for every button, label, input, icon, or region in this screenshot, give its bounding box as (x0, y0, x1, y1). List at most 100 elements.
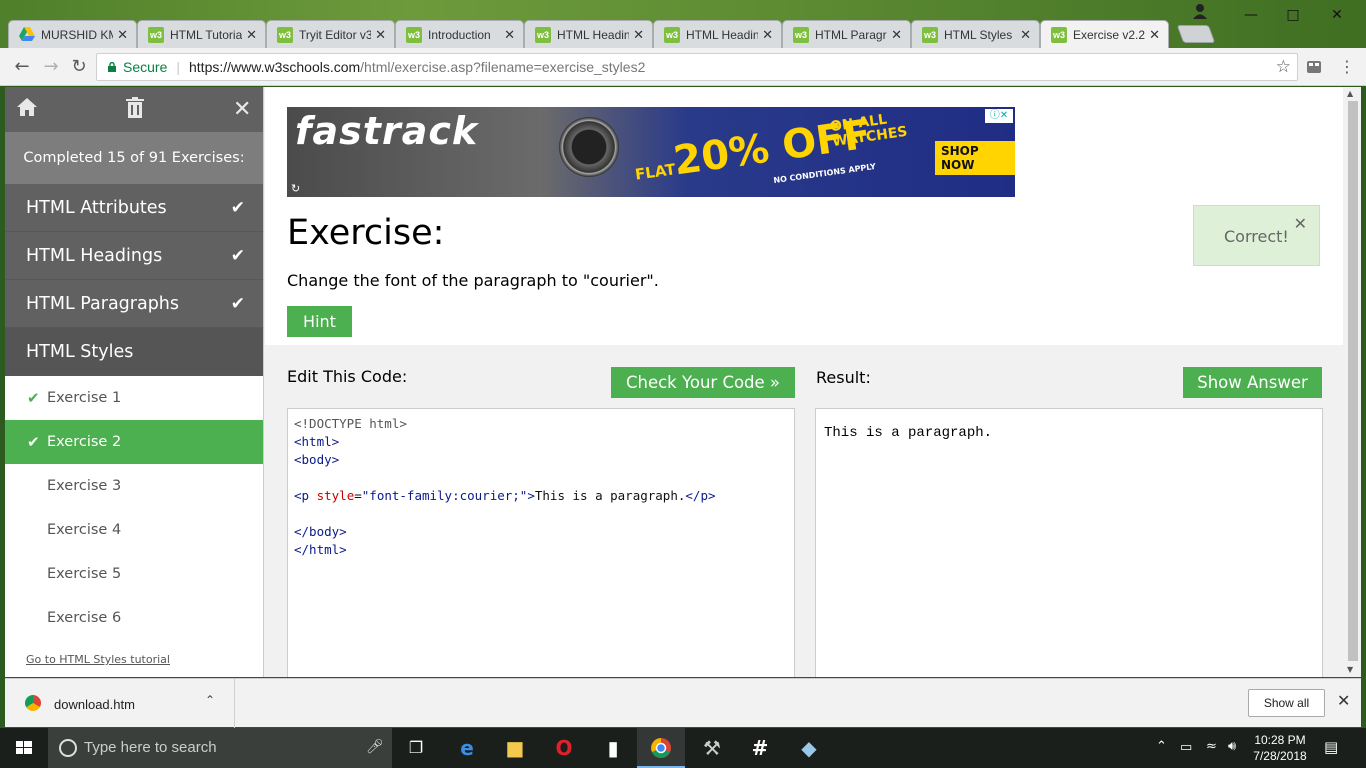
opera-icon[interactable]: O (540, 728, 588, 768)
browser-tab[interactable]: w3 Introduction ✕ (395, 20, 524, 48)
task-view-icon[interactable]: ❐ (392, 728, 440, 768)
tab-strip: MURSHID KM ✕ w3 HTML Tutorial ✕ w3 Tryit Edito… (8, 20, 1169, 49)
tab-label: HTML Heading (557, 27, 630, 42)
browser-title-bar: MURSHID KM ✕ w3 HTML Tutorial ✕ w3 Tryit Edito… (0, 0, 1366, 49)
show-answer-button[interactable]: Show Answer (1183, 367, 1322, 398)
exercise-label: Exercise 6 (47, 610, 122, 626)
sidebar-chapter-item[interactable]: HTML Paragraphs ✔ (5, 280, 263, 328)
taskbar-search-box[interactable]: Type here to search 🎤︎ (48, 728, 392, 768)
volume-icon[interactable]: 🔊︎ (1228, 739, 1236, 768)
new-tab-button[interactable] (1176, 25, 1216, 43)
ad-choices-icon[interactable]: ⓘ✕ (985, 109, 1013, 123)
w3schools-icon: w3 (922, 26, 938, 43)
code-html-open: <html> (294, 434, 340, 449)
notification-icon[interactable]: ▤ (1324, 738, 1338, 768)
wifi-icon[interactable]: ≈ (1206, 739, 1217, 768)
tab-close-icon[interactable]: ✕ (633, 27, 644, 43)
edit-code-label: Edit This Code: (287, 367, 408, 386)
show-all-button[interactable]: Show all (1248, 689, 1325, 717)
browser-tab[interactable]: w3 HTML Heading✕ (653, 20, 782, 48)
forward-arrow-icon[interactable]: → (40, 56, 62, 78)
tutorial-link[interactable]: Go to HTML Styles tutorial (26, 653, 170, 666)
profile-icon[interactable] (1190, 3, 1210, 19)
chapter-label: HTML Styles (26, 342, 134, 362)
tab-label: Exercise v2.2 (1073, 28, 1146, 42)
close-download-bar-icon[interactable]: ✕ (1337, 691, 1350, 710)
edge-icon[interactable]: e (443, 728, 491, 768)
maximize-button[interactable]: □ (1270, 0, 1316, 30)
advertisement-banner[interactable]: fastrack FLAT 20% OFF ON ALL WATCHES NO C… (287, 107, 1015, 197)
slack-icon[interactable]: # (736, 728, 784, 768)
sidebar-exercise-item[interactable]: Exercise 6 (5, 596, 263, 640)
replay-icon[interactable]: ↻ (291, 182, 300, 195)
sidebar-chapter-item[interactable]: HTML Styles (5, 328, 263, 376)
code-editor[interactable]: <!DOCTYPE html> <html> <body> <p style="… (287, 408, 795, 677)
browser-tab[interactable]: w3 Tryit Editor v3 ✕ (266, 20, 395, 48)
sidebar-header: ✕ (5, 87, 263, 132)
tab-close-icon[interactable]: ✕ (246, 27, 257, 43)
download-item[interactable]: download.htm ⌃ (5, 679, 235, 728)
browser-tab[interactable]: w3 Exercise v2.2 ✕ (1040, 20, 1169, 49)
menu-icon[interactable]: ⋮ (1336, 56, 1358, 78)
browser-tab[interactable]: MURSHID KM ✕ (8, 20, 137, 48)
windows-start-icon[interactable] (0, 728, 48, 768)
close-alert-icon[interactable]: ✕ (1294, 214, 1307, 233)
scroll-down-icon[interactable]: ▼ (1347, 665, 1353, 674)
sidebar-exercise-item[interactable]: Exercise 4 (5, 508, 263, 552)
file-explorer-icon[interactable]: ■ (491, 728, 539, 768)
ad-shop-now-button[interactable]: SHOP NOW (935, 141, 1015, 175)
correct-alert: Correct! ✕ (1193, 205, 1320, 266)
back-arrow-icon[interactable]: ← (11, 56, 33, 78)
code-p-open: <p (294, 488, 310, 503)
code-attr-eq: = (354, 488, 362, 503)
correct-message: Correct! (1224, 227, 1289, 246)
microphone-icon[interactable]: 🎤︎ (366, 738, 384, 755)
tab-close-icon[interactable]: ✕ (1020, 27, 1031, 43)
tab-close-icon[interactable]: ✕ (762, 27, 773, 43)
tab-close-icon[interactable]: ✕ (117, 27, 128, 43)
battery-icon[interactable]: ▭ (1180, 740, 1192, 768)
code-p-text: This is a paragraph. (534, 488, 686, 503)
sidebar-chapter-item[interactable]: HTML Attributes ✔ (5, 184, 263, 232)
tab-close-icon[interactable]: ✕ (375, 27, 386, 43)
tab-label: MURSHID KM (41, 27, 114, 42)
code-html-close: </html> (294, 542, 347, 557)
hint-button[interactable]: Hint (287, 306, 352, 337)
file-icon[interactable]: ▮ (589, 728, 637, 768)
page-scrollbar[interactable]: ▲ ▼ (1343, 87, 1361, 677)
trash-icon[interactable] (125, 97, 145, 119)
browser-tab[interactable]: w3 HTML Tutorial ✕ (137, 20, 266, 48)
reload-icon[interactable]: ↻ (68, 56, 90, 78)
chrome-icon[interactable] (637, 728, 685, 768)
sidebar-exercise-item[interactable]: Exercise 3 (5, 464, 263, 508)
browser-tab[interactable]: w3 HTML Heading✕ (524, 20, 653, 48)
sidebar-chapter-item[interactable]: HTML Headings ✔ (5, 232, 263, 280)
close-window-button[interactable]: ✕ (1314, 0, 1360, 30)
sidebar-exercise-item[interactable]: ✔ Exercise 2 (5, 420, 263, 464)
scrollbar-thumb[interactable] (1348, 101, 1358, 661)
check-code-button[interactable]: Check Your Code » (611, 367, 795, 398)
extension-icon[interactable] (1306, 59, 1322, 75)
tab-close-icon[interactable]: ✕ (1149, 27, 1160, 43)
bookmark-star-icon[interactable]: ☆ (1276, 57, 1291, 77)
w3schools-icon: w3 (1051, 27, 1067, 43)
sidebar-exercise-item[interactable]: Exercise 5 (5, 552, 263, 596)
browser-tab[interactable]: w3 HTML Styles ✕ (911, 20, 1040, 48)
tab-close-icon[interactable]: ✕ (504, 27, 515, 43)
chevron-up-icon[interactable]: ⌃ (205, 693, 215, 707)
w3schools-icon: w3 (277, 26, 293, 43)
code-attr-name: style (316, 488, 355, 503)
app-icon[interactable]: ◆ (785, 728, 833, 768)
address-bar[interactable]: Secure | https://www.w3schools.com/html/… (96, 53, 1298, 81)
home-icon[interactable] (16, 97, 38, 117)
tab-close-icon[interactable]: ✕ (891, 27, 902, 43)
minimize-button[interactable]: — (1228, 0, 1274, 30)
close-icon[interactable]: ✕ (233, 97, 251, 122)
tools-icon[interactable]: ⚒ (688, 728, 736, 768)
browser-toolbar: ← → ↻ Secure | https://www.w3schools.com… (0, 48, 1366, 86)
scroll-up-icon[interactable]: ▲ (1347, 89, 1353, 98)
sidebar-exercise-item[interactable]: ✔ Exercise 1 (5, 376, 263, 420)
system-clock[interactable]: 10:28 PM 7/28/2018 (1250, 732, 1310, 764)
tray-chevron-icon[interactable]: ⌃ (1156, 739, 1167, 768)
browser-tab[interactable]: w3 HTML Paragraph ✕ (782, 20, 911, 48)
